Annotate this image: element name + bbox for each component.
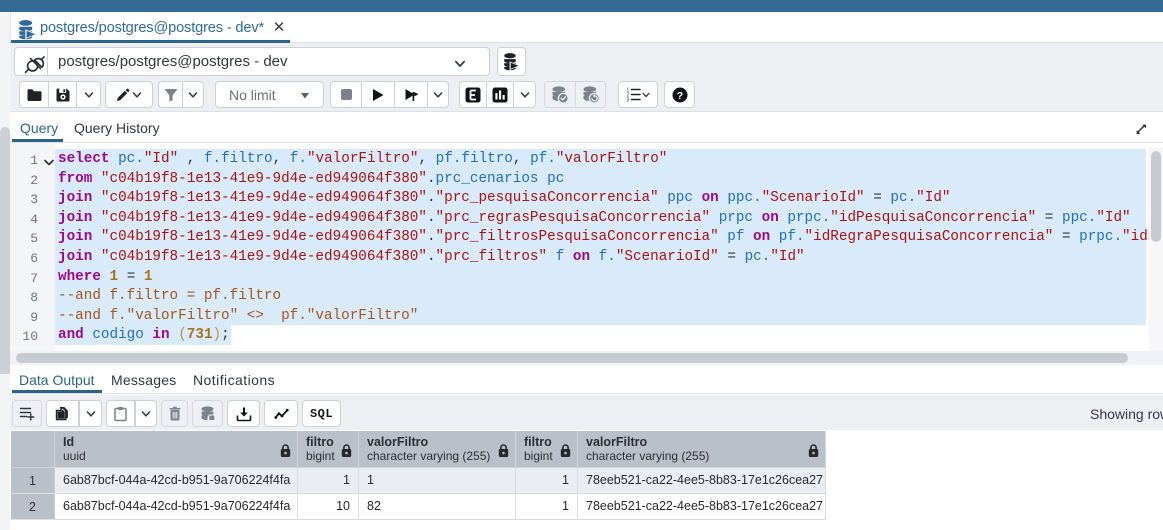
svg-text:?: ? (676, 89, 682, 101)
svg-text:3: 3 (626, 97, 629, 102)
